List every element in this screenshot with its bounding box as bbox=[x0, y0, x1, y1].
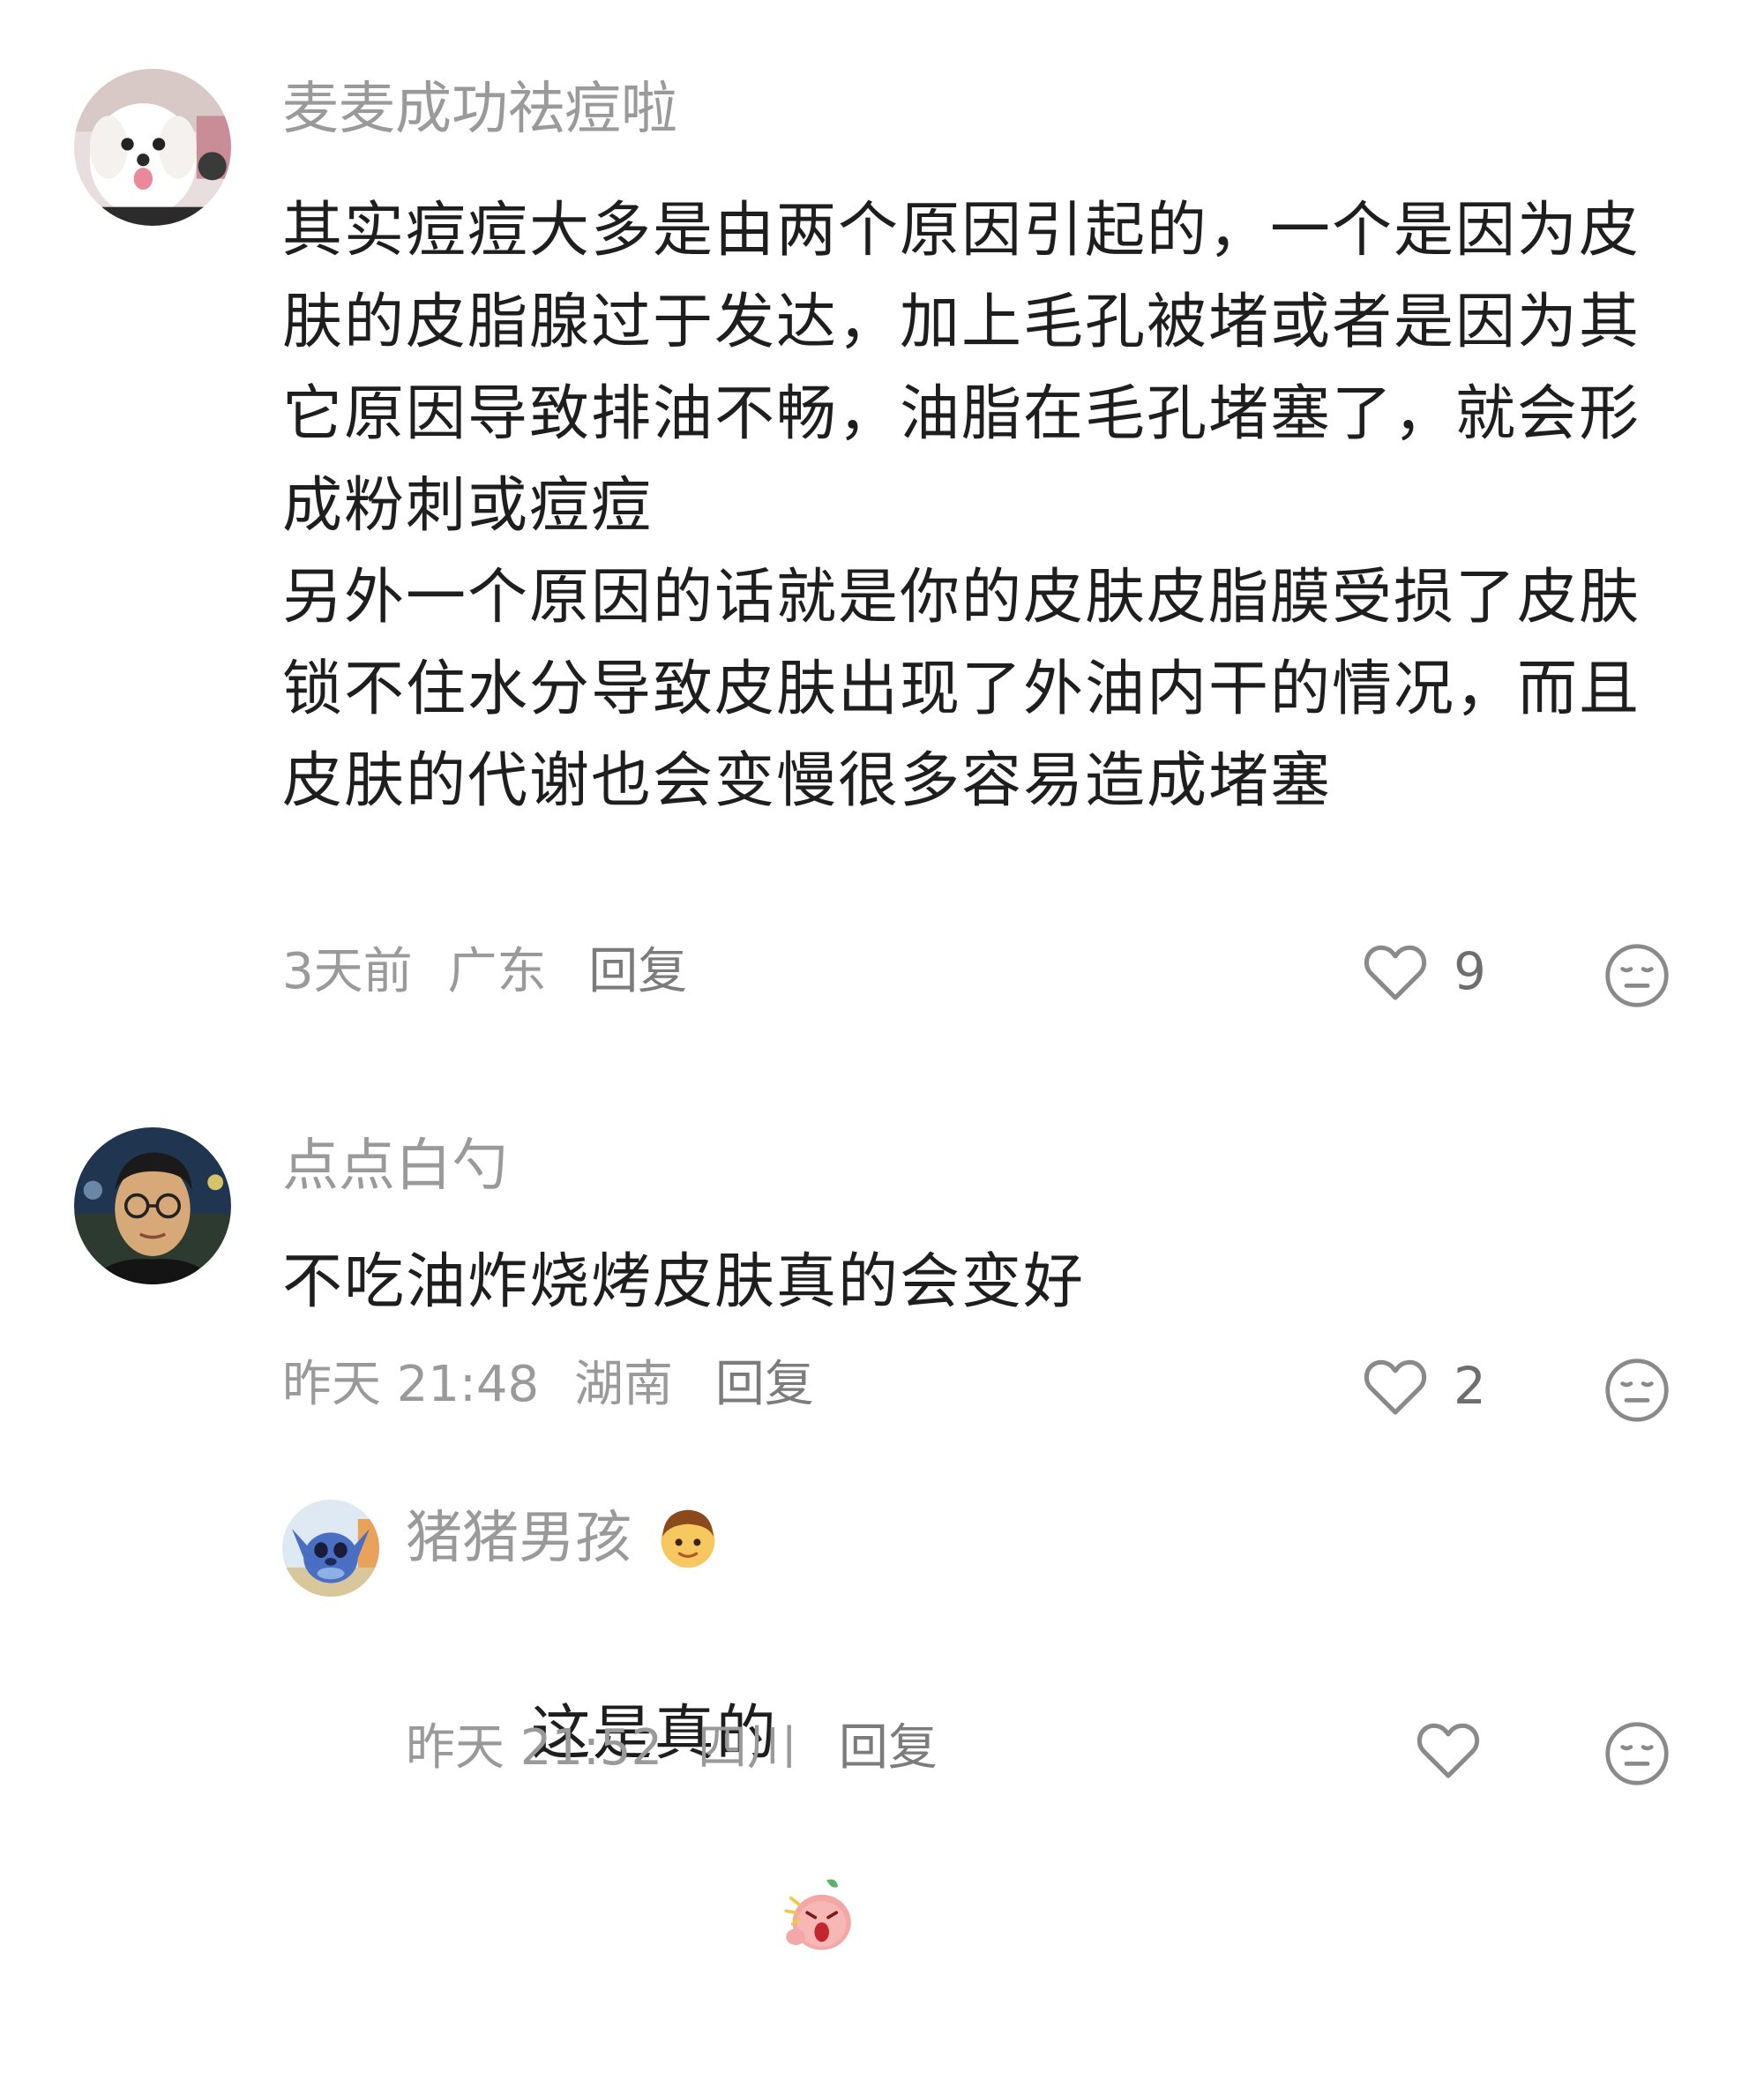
comment-text: 其实痘痘大多是由两个原因引起的，一个是因为皮肤的皮脂腺过于发达，加上毛孔被堵或者… bbox=[282, 196, 1641, 816]
reply-button[interactable]: 回复 bbox=[715, 1360, 814, 1410]
heart-icon bbox=[1364, 1359, 1427, 1415]
meh-face-icon bbox=[1605, 944, 1669, 1007]
username[interactable]: 猪猪男孩 bbox=[406, 1510, 723, 1572]
location: 湖南 bbox=[574, 1356, 673, 1413]
boy-emoji-icon bbox=[653, 1501, 723, 1572]
comment-text: 不吃油炸烧烤皮肤真的会变好 bbox=[282, 1247, 1086, 1317]
comment-meta: 昨天 21:52 四川 回复 bbox=[406, 1724, 938, 1773]
meh-face-icon bbox=[1605, 1722, 1669, 1785]
white-dog-avatar bbox=[74, 69, 231, 226]
username[interactable]: 点点白勺 bbox=[282, 1138, 508, 1194]
timestamp: 3天前 bbox=[282, 943, 413, 1000]
like-button[interactable] bbox=[1415, 1718, 1482, 1780]
avatar[interactable] bbox=[74, 69, 231, 226]
reply-button[interactable]: 回复 bbox=[839, 1724, 938, 1773]
like-button[interactable]: 2 bbox=[1362, 1355, 1486, 1417]
like-count: 2 bbox=[1454, 1356, 1486, 1416]
dislike-button[interactable] bbox=[1603, 942, 1671, 1009]
avatar[interactable] bbox=[74, 1127, 231, 1284]
timestamp: 昨天 21:48 bbox=[282, 1356, 540, 1413]
dislike-button[interactable] bbox=[1603, 1357, 1671, 1424]
comment-meta: 昨天 21:48 湖南 回复 bbox=[282, 1360, 814, 1410]
like-button[interactable]: 9 bbox=[1362, 940, 1486, 1002]
reply-button[interactable]: 回复 bbox=[588, 947, 687, 997]
comment-meta: 3天前 广东 回复 bbox=[282, 947, 687, 997]
username[interactable]: 麦麦成功祛痘啦 bbox=[282, 81, 677, 138]
heart-icon bbox=[1364, 945, 1427, 1000]
like-count: 9 bbox=[1454, 941, 1486, 1001]
young-man-glasses-avatar bbox=[74, 1127, 231, 1284]
dislike-button[interactable] bbox=[1603, 1720, 1671, 1787]
timestamp: 昨天 21:52 bbox=[406, 1719, 663, 1777]
blue-cartoon-avatar bbox=[282, 1500, 379, 1597]
heart-icon bbox=[1416, 1723, 1480, 1778]
avatar[interactable] bbox=[282, 1500, 379, 1597]
location: 四川 bbox=[698, 1719, 796, 1777]
username-text: 猪猪男孩 bbox=[406, 1506, 632, 1571]
location: 广东 bbox=[447, 943, 547, 1000]
meh-face-icon bbox=[1605, 1358, 1669, 1422]
